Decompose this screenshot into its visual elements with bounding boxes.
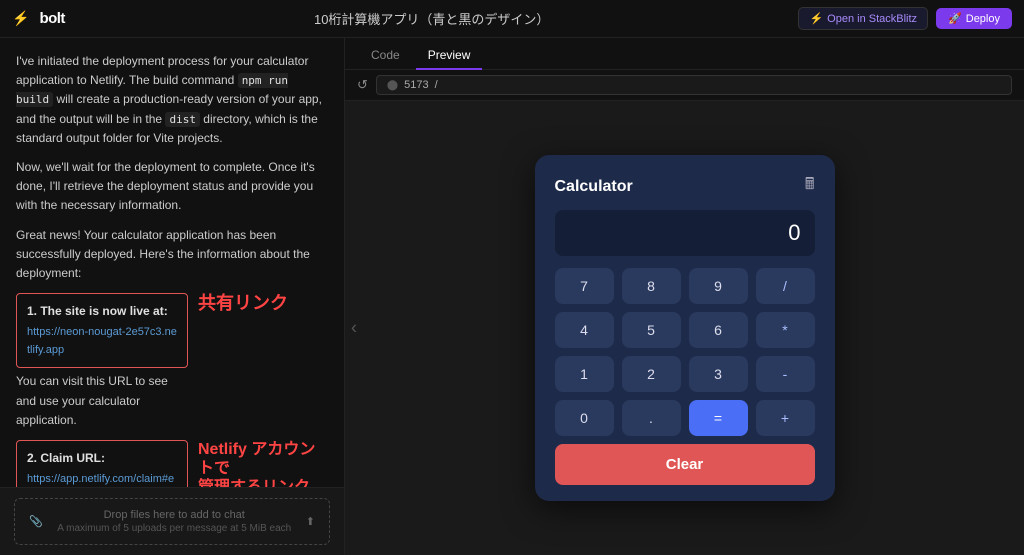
calc-btn-1[interactable]: 1: [555, 356, 614, 392]
deployment-item-2: 2. Claim URL: https://app.netlify.com/cl…: [16, 440, 328, 487]
drop-zone-sublabel: A maximum of 5 uploads per message at 5 …: [57, 523, 291, 534]
calc-icon: 🖩: [805, 173, 815, 200]
calc-button-grid: 789/ 456* 123- 0.=+: [555, 268, 815, 436]
calc-display: 0: [555, 210, 815, 256]
tab-preview[interactable]: Preview: [416, 44, 483, 70]
calc-btn-plus[interactable]: +: [756, 400, 815, 436]
right-panel: Code Preview ↺ ⬤ 5173 / ‹ Calculator 🖩 0…: [345, 38, 1024, 555]
chat-paragraph-3: Great news! Your calculator application …: [16, 226, 328, 284]
chat-paragraph-2: Now, we'll wait for the deployment to co…: [16, 158, 328, 216]
preview-url-bar: ⬤ 5173 /: [376, 75, 1012, 95]
calc-btn-6[interactable]: 6: [689, 312, 748, 348]
tab-code[interactable]: Code: [359, 44, 412, 70]
bolt-icon: ⚡: [12, 10, 29, 27]
calc-clear-button[interactable]: Clear: [555, 444, 815, 485]
url-port: 5173: [404, 79, 428, 91]
calc-btn-8[interactable]: 8: [622, 268, 681, 304]
item-2-label: 2. Claim URL:: [27, 449, 177, 468]
deployment-item-1: 1. The site is now live at: https://neon…: [16, 293, 328, 440]
item-1-description: You can visit this URL to see and use yo…: [16, 372, 188, 430]
drop-zone-label: Drop files here to add to chat: [57, 509, 291, 521]
calc-btn-2[interactable]: 2: [622, 356, 681, 392]
item-1-content: 1. The site is now live at: https://neon…: [16, 293, 188, 440]
calc-header: Calculator 🖩: [555, 173, 815, 200]
topbar: ⚡ bolt 10桁計算機アプリ（青と黒のデザイン） ⚡ Open in Sta…: [0, 0, 1024, 38]
left-panel: I've initiated the deployment process fo…: [0, 38, 345, 555]
item-1-label: 1. The site is now live at:: [27, 302, 177, 321]
panel-tabs: Code Preview: [345, 38, 1024, 70]
calc-clear-row: Clear: [555, 444, 815, 485]
topbar-right: ⚡ Open in StackBlitz 🚀 Deploy: [798, 7, 1012, 30]
chat-content: I've initiated the deployment process fo…: [0, 38, 344, 487]
calc-btn-5[interactable]: 5: [622, 312, 681, 348]
bolt-logo: bolt: [39, 10, 65, 27]
annotation-col-1: 共有リンク: [188, 293, 328, 315]
open-stackblitz-button[interactable]: ⚡ Open in StackBlitz: [798, 7, 928, 30]
item-2-content: 2. Claim URL: https://app.netlify.com/cl…: [16, 440, 188, 487]
topbar-title: 10桁計算機アプリ（青と黒のデザイン）: [314, 9, 549, 28]
paperclip-icon: 📎: [29, 515, 43, 528]
item-1-highlight-box: 1. The site is now live at: https://neon…: [16, 293, 188, 368]
calc-btn-minus[interactable]: -: [756, 356, 815, 392]
deploy-button[interactable]: 🚀 Deploy: [936, 8, 1012, 29]
calc-btn-dot[interactable]: .: [622, 400, 681, 436]
url-separator: /: [435, 79, 438, 91]
chevron-left-icon[interactable]: ‹: [345, 314, 363, 343]
code-dist: dist: [165, 112, 200, 127]
calc-btn-0[interactable]: 0: [555, 400, 614, 436]
topbar-left: ⚡ bolt: [12, 10, 65, 27]
calc-btn-multiply[interactable]: *: [756, 312, 815, 348]
chat-footer: 📎 Drop files here to add to chat A maxim…: [0, 487, 344, 555]
calc-btn-equals[interactable]: =: [689, 400, 748, 436]
drop-zone-content: Drop files here to add to chat A maximum…: [57, 509, 291, 534]
calc-title: Calculator: [555, 178, 633, 196]
upload-icon: ⬆: [306, 515, 315, 528]
item-2-link[interactable]: https://app.netlify.com/claim#eyJhbGciOi…: [27, 471, 177, 487]
calculator-widget: Calculator 🖩 0 789/ 456* 123- 0.=+ Clear: [535, 155, 835, 501]
file-drop-zone[interactable]: 📎 Drop files here to add to chat A maxim…: [14, 498, 330, 545]
numbered-item-2: 2. Claim URL: https://app.netlify.com/cl…: [16, 440, 188, 487]
annotation-shared-link: 共有リンク: [198, 293, 328, 315]
item-2-highlight-box: 2. Claim URL: https://app.netlify.com/cl…: [16, 440, 188, 487]
deploy-icon: 🚀: [948, 12, 962, 25]
numbered-item-1: 1. The site is now live at: https://neon…: [16, 293, 188, 430]
stackblitz-icon: ⚡: [809, 12, 823, 25]
calc-btn-3[interactable]: 3: [689, 356, 748, 392]
stackblitz-label: Open in StackBlitz: [827, 13, 917, 25]
deploy-label: Deploy: [966, 13, 1000, 25]
calc-btn-divide[interactable]: /: [756, 268, 815, 304]
annotation-col-2: Netlify アカウントで 管理するリンク: [188, 440, 328, 487]
preview-bar: ↺ ⬤ 5173 /: [345, 70, 1024, 101]
calc-btn-7[interactable]: 7: [555, 268, 614, 304]
calc-btn-4[interactable]: 4: [555, 312, 614, 348]
annotation-netlify-manage: Netlify アカウントで 管理するリンク: [198, 440, 328, 487]
preview-content: ‹ Calculator 🖩 0 789/ 456* 123- 0.=+ Clear: [345, 101, 1024, 555]
item-1-link[interactable]: https://neon-nougat-2e57c3.netlify.app: [27, 324, 177, 359]
chat-paragraph-1: I've initiated the deployment process fo…: [16, 52, 328, 148]
main-layout: I've initiated the deployment process fo…: [0, 38, 1024, 555]
refresh-icon[interactable]: ↺: [357, 77, 368, 93]
calc-btn-9[interactable]: 9: [689, 268, 748, 304]
url-prefix-icon: ⬤: [387, 80, 398, 91]
